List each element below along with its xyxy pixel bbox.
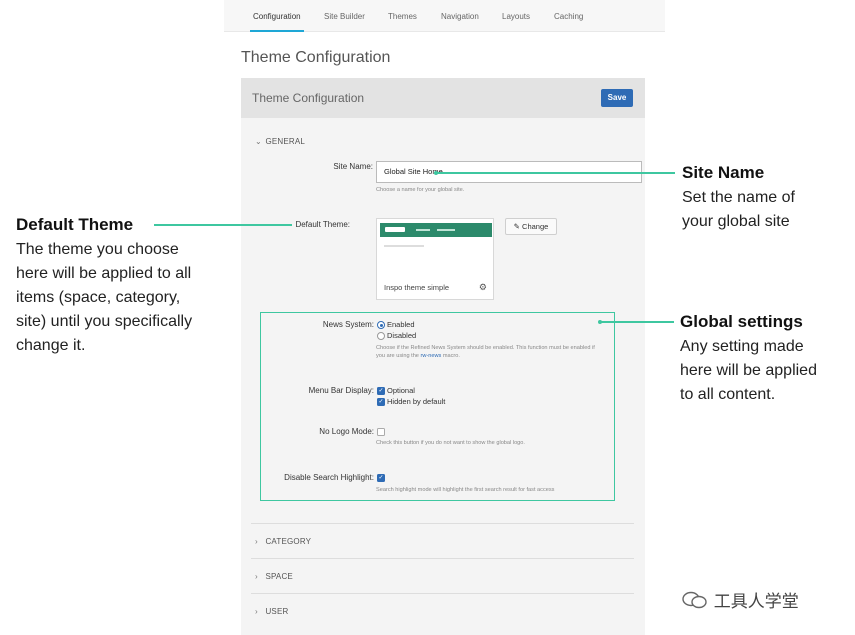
site-name-callout-title: Site Name [682,163,765,182]
tab-configuration[interactable]: Configuration [250,0,304,32]
wechat-icon [682,591,707,609]
theme-preview-nav [416,229,430,231]
theme-preview-logo [385,227,405,232]
callout-line: items (space, category, [16,289,181,306]
connector-dot [434,171,438,175]
section-category-toggle[interactable]: › CATEGORY [255,537,311,546]
section-space-toggle[interactable]: › SPACE [255,572,293,581]
chevron-right-icon: › [255,572,258,581]
theme-preview-header [380,223,492,237]
section-category-label: CATEGORY [265,537,312,546]
tab-themes[interactable]: Themes [388,0,417,32]
site-name-callout-body: Set the name of your global site [682,186,795,234]
site-name-connector [436,172,675,174]
section-divider [251,558,634,559]
watermark-text: 工具人学堂 [713,592,799,611]
global-settings-connector [600,321,674,323]
section-general-label: GENERAL [265,137,306,146]
section-divider [251,593,634,594]
callout-line: Set the name of [682,189,795,206]
callout-line: Any setting made [680,338,804,355]
callout-line: here will be applied [680,362,817,379]
default-theme-label: Default Theme: [295,220,350,229]
chevron-right-icon: › [255,607,258,616]
default-theme-connector [154,224,292,226]
default-theme-callout-title: Default Theme [16,215,134,234]
callout-line: your global site [682,213,790,230]
section-divider [251,523,634,524]
panel-title: Theme Configuration [252,91,365,105]
callout-line: The theme you choose [16,241,179,258]
site-name-label: Site Name: [333,162,373,171]
tab-bar: Configuration Site Builder Themes Naviga… [224,0,665,32]
tab-navigation[interactable]: Navigation [441,0,479,32]
panel-header: Theme Configuration Save [241,78,645,118]
default-theme-callout-body: The theme you choose here will be applie… [16,238,192,358]
pencil-icon: ✎ [513,222,520,231]
callout-line: to all content. [680,386,776,403]
theme-preview-content [384,245,424,247]
global-settings-highlight [260,312,615,501]
theme-name: Inspo theme simple [384,283,450,292]
change-theme-label: Change [522,222,549,231]
watermark: 工具人学堂 [681,587,799,612]
section-space-label: SPACE [265,572,293,581]
callout-line: site) until you specifically [16,313,193,330]
section-user-toggle[interactable]: › USER [255,607,288,616]
global-settings-callout-body: Any setting made here will be applied to… [680,335,817,407]
site-name-help: Choose a name for your global site. [376,187,465,193]
callout-line: change it. [16,337,86,354]
chevron-down-icon: ⌄ [255,137,262,146]
tab-site-builder[interactable]: Site Builder [324,0,365,32]
theme-preview-nav [437,229,455,231]
page-title: Theme Configuration [241,49,391,66]
callout-line: here will be applied to all [16,265,192,282]
chevron-right-icon: › [255,537,258,546]
theme-preview-card[interactable]: Inspo theme simple ⚙ [376,218,494,300]
section-user-label: USER [265,607,289,616]
tab-layouts[interactable]: Layouts [502,0,530,32]
tab-caching[interactable]: Caching [554,0,583,32]
global-settings-callout-title: Global settings [680,312,803,331]
gear-icon[interactable]: ⚙ [479,282,487,293]
save-button[interactable]: Save [601,89,633,107]
change-theme-button[interactable]: ✎ Change [505,218,557,235]
section-general-toggle[interactable]: ⌄ GENERAL [255,137,305,146]
